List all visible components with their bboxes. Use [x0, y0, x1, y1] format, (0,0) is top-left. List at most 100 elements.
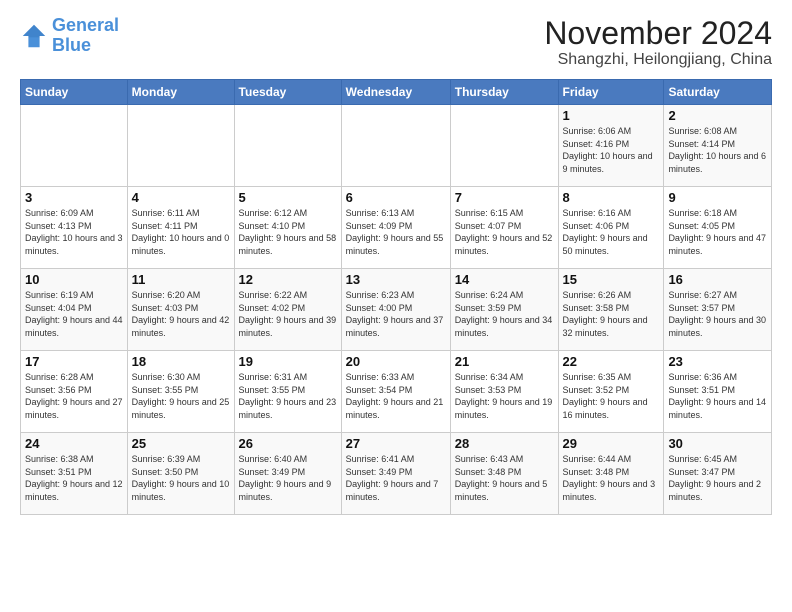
day-info: Sunrise: 6:08 AM Sunset: 4:14 PM Dayligh…	[668, 125, 767, 175]
calendar-cell-w1-d3	[234, 105, 341, 187]
calendar-cell-w3-d2: 11 Sunrise: 6:20 AM Sunset: 4:03 PM Dayli…	[127, 269, 234, 351]
calendar-week-4: 17 Sunrise: 6:28 AM Sunset: 3:56 PM Dayli…	[21, 351, 772, 433]
calendar-cell-w2-d5: 7 Sunrise: 6:15 AM Sunset: 4:07 PM Daylig…	[450, 187, 558, 269]
calendar-cell-w3-d5: 14 Sunrise: 6:24 AM Sunset: 3:59 PM Dayli…	[450, 269, 558, 351]
day-number: 7	[455, 190, 554, 205]
location-title: Shangzhi, Heilongjiang, China	[544, 51, 772, 69]
day-number: 19	[239, 354, 337, 369]
day-info: Sunrise: 6:13 AM Sunset: 4:09 PM Dayligh…	[346, 207, 446, 257]
day-number: 30	[668, 436, 767, 451]
calendar-cell-w4-d6: 22 Sunrise: 6:35 AM Sunset: 3:52 PM Dayli…	[558, 351, 664, 433]
day-number: 25	[132, 436, 230, 451]
day-info: Sunrise: 6:26 AM Sunset: 3:58 PM Dayligh…	[563, 289, 660, 339]
day-info: Sunrise: 6:34 AM Sunset: 3:53 PM Dayligh…	[455, 371, 554, 421]
calendar-cell-w2-d1: 3 Sunrise: 6:09 AM Sunset: 4:13 PM Daylig…	[21, 187, 128, 269]
day-info: Sunrise: 6:24 AM Sunset: 3:59 PM Dayligh…	[455, 289, 554, 339]
day-info: Sunrise: 6:15 AM Sunset: 4:07 PM Dayligh…	[455, 207, 554, 257]
day-info: Sunrise: 6:35 AM Sunset: 3:52 PM Dayligh…	[563, 371, 660, 421]
day-info: Sunrise: 6:44 AM Sunset: 3:48 PM Dayligh…	[563, 453, 660, 503]
day-number: 3	[25, 190, 123, 205]
calendar-week-1: 1 Sunrise: 6:06 AM Sunset: 4:16 PM Daylig…	[21, 105, 772, 187]
calendar-cell-w1-d6: 1 Sunrise: 6:06 AM Sunset: 4:16 PM Daylig…	[558, 105, 664, 187]
day-info: Sunrise: 6:09 AM Sunset: 4:13 PM Dayligh…	[25, 207, 123, 257]
day-info: Sunrise: 6:06 AM Sunset: 4:16 PM Dayligh…	[563, 125, 660, 175]
day-info: Sunrise: 6:16 AM Sunset: 4:06 PM Dayligh…	[563, 207, 660, 257]
day-number: 10	[25, 272, 123, 287]
day-number: 2	[668, 108, 767, 123]
calendar-cell-w1-d7: 2 Sunrise: 6:08 AM Sunset: 4:14 PM Daylig…	[664, 105, 772, 187]
calendar-cell-w1-d5	[450, 105, 558, 187]
calendar-header-row: Sunday Monday Tuesday Wednesday Thursday…	[21, 80, 772, 105]
calendar-cell-w1-d2	[127, 105, 234, 187]
day-number: 26	[239, 436, 337, 451]
calendar-cell-w4-d5: 21Sunrise: 6:34 AM Sunset: 3:53 PM Dayli…	[450, 351, 558, 433]
day-number: 24	[25, 436, 123, 451]
day-info: Sunrise: 6:28 AM Sunset: 3:56 PM Dayligh…	[25, 371, 123, 421]
calendar-cell-w1-d1	[21, 105, 128, 187]
day-number: 29	[563, 436, 660, 451]
day-info: Sunrise: 6:30 AM Sunset: 3:55 PM Dayligh…	[132, 371, 230, 421]
title-block: November 2024 Shangzhi, Heilongjiang, Ch…	[544, 16, 772, 69]
calendar-cell-w4-d4: 20 Sunrise: 6:33 AM Sunset: 3:54 PM Dayli…	[341, 351, 450, 433]
day-info: Sunrise: 6:27 AM Sunset: 3:57 PM Dayligh…	[668, 289, 767, 339]
calendar: Sunday Monday Tuesday Wednesday Thursday…	[20, 79, 772, 515]
calendar-cell-w2-d7: 9Sunrise: 6:18 AM Sunset: 4:05 PM Daylig…	[664, 187, 772, 269]
calendar-cell-w3-d6: 15Sunrise: 6:26 AM Sunset: 3:58 PM Dayli…	[558, 269, 664, 351]
calendar-cell-w4-d1: 17 Sunrise: 6:28 AM Sunset: 3:56 PM Dayli…	[21, 351, 128, 433]
calendar-cell-w5-d4: 27Sunrise: 6:41 AM Sunset: 3:49 PM Dayli…	[341, 433, 450, 515]
col-friday: Friday	[558, 80, 664, 105]
logo: General Blue	[20, 16, 119, 56]
calendar-cell-w2-d6: 8 Sunrise: 6:16 AM Sunset: 4:06 PM Daylig…	[558, 187, 664, 269]
day-number: 20	[346, 354, 446, 369]
col-wednesday: Wednesday	[341, 80, 450, 105]
day-number: 22	[563, 354, 660, 369]
day-info: Sunrise: 6:43 AM Sunset: 3:48 PM Dayligh…	[455, 453, 554, 503]
logo-text: General Blue	[52, 16, 119, 56]
day-number: 4	[132, 190, 230, 205]
day-number: 17	[25, 354, 123, 369]
day-info: Sunrise: 6:20 AM Sunset: 4:03 PM Dayligh…	[132, 289, 230, 339]
day-number: 1	[563, 108, 660, 123]
day-number: 27	[346, 436, 446, 451]
day-info: Sunrise: 6:31 AM Sunset: 3:55 PM Dayligh…	[239, 371, 337, 421]
day-info: Sunrise: 6:39 AM Sunset: 3:50 PM Dayligh…	[132, 453, 230, 503]
col-sunday: Sunday	[21, 80, 128, 105]
col-saturday: Saturday	[664, 80, 772, 105]
day-number: 13	[346, 272, 446, 287]
calendar-cell-w5-d5: 28Sunrise: 6:43 AM Sunset: 3:48 PM Dayli…	[450, 433, 558, 515]
calendar-week-2: 3 Sunrise: 6:09 AM Sunset: 4:13 PM Daylig…	[21, 187, 772, 269]
calendar-week-3: 10Sunrise: 6:19 AM Sunset: 4:04 PM Dayli…	[21, 269, 772, 351]
calendar-cell-w2-d2: 4Sunrise: 6:11 AM Sunset: 4:11 PM Daylig…	[127, 187, 234, 269]
calendar-cell-w5-d3: 26 Sunrise: 6:40 AM Sunset: 3:49 PM Dayli…	[234, 433, 341, 515]
day-number: 23	[668, 354, 767, 369]
day-info: Sunrise: 6:36 AM Sunset: 3:51 PM Dayligh…	[668, 371, 767, 421]
calendar-cell-w5-d1: 24 Sunrise: 6:38 AM Sunset: 3:51 PM Dayli…	[21, 433, 128, 515]
day-info: Sunrise: 6:18 AM Sunset: 4:05 PM Dayligh…	[668, 207, 767, 257]
day-number: 8	[563, 190, 660, 205]
day-number: 6	[346, 190, 446, 205]
calendar-cell-w3-d1: 10Sunrise: 6:19 AM Sunset: 4:04 PM Dayli…	[21, 269, 128, 351]
calendar-cell-w3-d3: 12Sunrise: 6:22 AM Sunset: 4:02 PM Dayli…	[234, 269, 341, 351]
day-info: Sunrise: 6:33 AM Sunset: 3:54 PM Dayligh…	[346, 371, 446, 421]
day-number: 14	[455, 272, 554, 287]
day-number: 16	[668, 272, 767, 287]
day-number: 11	[132, 272, 230, 287]
calendar-week-5: 24 Sunrise: 6:38 AM Sunset: 3:51 PM Dayli…	[21, 433, 772, 515]
day-info: Sunrise: 6:45 AM Sunset: 3:47 PM Dayligh…	[668, 453, 767, 503]
calendar-cell-w3-d7: 16 Sunrise: 6:27 AM Sunset: 3:57 PM Dayli…	[664, 269, 772, 351]
col-thursday: Thursday	[450, 80, 558, 105]
calendar-cell-w4-d7: 23 Sunrise: 6:36 AM Sunset: 3:51 PM Dayli…	[664, 351, 772, 433]
month-title: November 2024	[544, 16, 772, 51]
calendar-cell-w1-d4	[341, 105, 450, 187]
day-number: 12	[239, 272, 337, 287]
calendar-cell-w4-d2: 18 Sunrise: 6:30 AM Sunset: 3:55 PM Dayli…	[127, 351, 234, 433]
day-info: Sunrise: 6:38 AM Sunset: 3:51 PM Dayligh…	[25, 453, 123, 503]
day-info: Sunrise: 6:12 AM Sunset: 4:10 PM Dayligh…	[239, 207, 337, 257]
day-info: Sunrise: 6:40 AM Sunset: 3:49 PM Dayligh…	[239, 453, 337, 503]
calendar-cell-w2-d3: 5 Sunrise: 6:12 AM Sunset: 4:10 PM Daylig…	[234, 187, 341, 269]
day-number: 18	[132, 354, 230, 369]
col-monday: Monday	[127, 80, 234, 105]
calendar-cell-w5-d7: 30 Sunrise: 6:45 AM Sunset: 3:47 PM Dayli…	[664, 433, 772, 515]
day-number: 5	[239, 190, 337, 205]
calendar-cell-w5-d6: 29 Sunrise: 6:44 AM Sunset: 3:48 PM Dayli…	[558, 433, 664, 515]
